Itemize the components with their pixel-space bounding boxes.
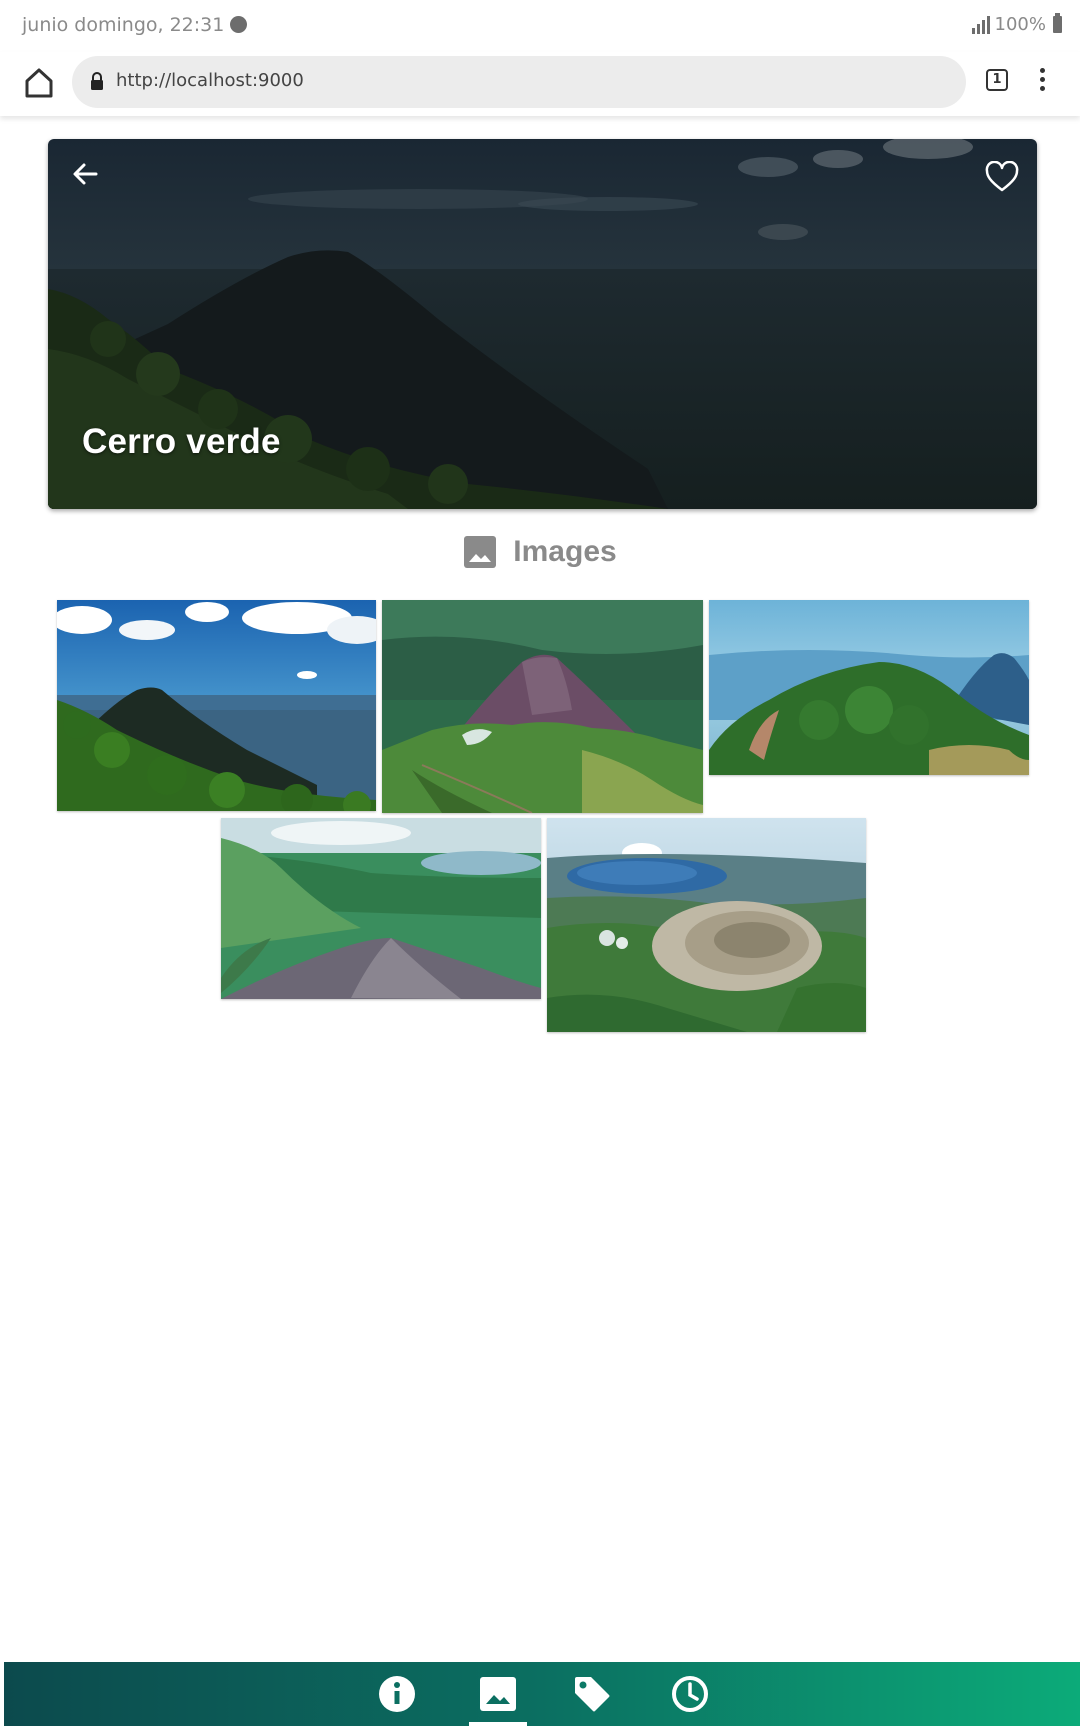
images-section-header: Images (0, 535, 1080, 569)
status-time: junio domingo, 22:31 (22, 14, 248, 36)
gallery-image-1-art (57, 600, 376, 811)
gallery-image-4[interactable] (221, 818, 541, 999)
tag-icon[interactable] (572, 1674, 612, 1714)
signal-icon (971, 15, 990, 34)
gallery-image-1[interactable] (57, 600, 376, 811)
lock-icon (91, 72, 103, 90)
battery-percent: 100% (994, 14, 1046, 35)
gallery-image-3[interactable] (709, 600, 1029, 775)
clock-icon[interactable] (670, 1674, 710, 1714)
status-indicators: 100% (971, 13, 1062, 35)
battery-icon (1053, 13, 1062, 33)
favorite-heart-icon[interactable] (985, 161, 1019, 195)
section-title: Images (513, 535, 617, 568)
status-time-text: junio domingo, 22:31 (22, 14, 225, 36)
gallery-image-4-art (221, 818, 541, 999)
back-arrow-icon[interactable] (70, 159, 100, 189)
gallery-image-2[interactable] (382, 600, 703, 813)
hero-title: Cerro verde (82, 422, 281, 461)
gallery-image-3-art (709, 600, 1029, 775)
hero-card: Cerro verde (48, 139, 1037, 509)
info-icon[interactable] (377, 1674, 417, 1714)
tab-count-button[interactable]: 1 (986, 69, 1008, 91)
gallery-image-2-art (382, 600, 703, 813)
image-icon[interactable] (478, 1674, 518, 1714)
more-options-icon[interactable] (1040, 68, 1046, 94)
status-bar: junio domingo, 22:31 100% (0, 0, 1080, 52)
bottom-navigation (4, 1662, 1080, 1726)
browser-toolbar: http://localhost:9000 1 (0, 52, 1080, 116)
home-icon[interactable] (24, 67, 54, 99)
gallery-image-5-art (547, 818, 866, 1032)
url-text[interactable]: http://localhost:9000 (116, 70, 304, 91)
image-icon (464, 536, 497, 568)
gallery-image-5[interactable] (547, 818, 866, 1032)
active-tab-indicator (469, 1722, 527, 1726)
notification-dot-icon (230, 16, 248, 33)
